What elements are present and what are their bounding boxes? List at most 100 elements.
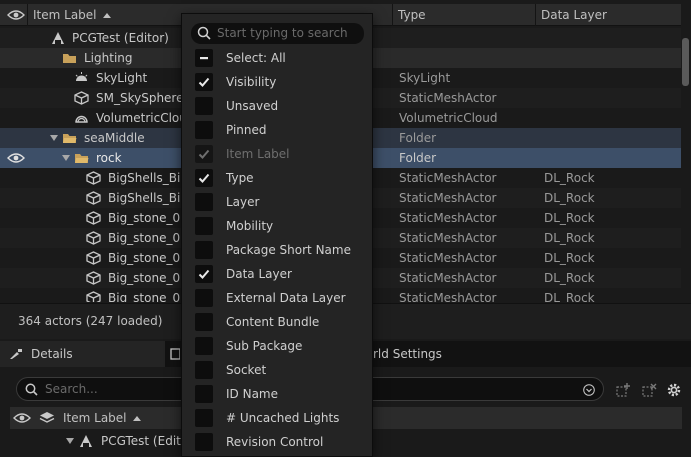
tab-world-settings-icon-area[interactable] xyxy=(168,341,180,367)
chevron-down-icon[interactable] xyxy=(583,384,595,396)
checkbox[interactable] xyxy=(195,337,213,355)
menu-item-item-label: Item Label xyxy=(182,142,372,166)
checkbox[interactable] xyxy=(195,121,213,139)
menu-item-label: Mobility xyxy=(226,219,274,233)
expand-arrow-icon[interactable] xyxy=(62,155,70,161)
row-type: StaticMeshActor xyxy=(399,271,497,285)
checkbox[interactable] xyxy=(195,433,213,451)
checkbox[interactable] xyxy=(195,409,213,427)
checkbox[interactable] xyxy=(195,241,213,259)
row-label: Big_stone_0 xyxy=(108,291,181,302)
menu-item-content-bundle[interactable]: Content Bundle xyxy=(182,310,372,334)
row-label: Big_stone_0 xyxy=(108,271,181,285)
visibility-column-eye-icon[interactable] xyxy=(13,412,31,424)
row-type: StaticMeshActor xyxy=(399,171,497,185)
add-filter-icon[interactable] xyxy=(615,382,631,398)
menu-item-select-all[interactable]: Select: All xyxy=(182,46,372,70)
tab-world-settings-label: rld Settings xyxy=(373,347,442,361)
layers-icon[interactable] xyxy=(39,411,55,425)
row-label: PCGTest (Edit xyxy=(101,434,181,448)
checkbox[interactable] xyxy=(195,385,213,403)
tab-world-settings[interactable]: rld Settings xyxy=(373,341,453,367)
folder-icon xyxy=(63,54,76,63)
sort-ascending-icon xyxy=(102,13,111,18)
menu-item-label: Content Bundle xyxy=(226,315,320,329)
row-label: Big_stone_0 xyxy=(108,251,181,265)
search-placeholder: Search... xyxy=(45,382,98,396)
checkbox[interactable] xyxy=(195,265,213,283)
checkbox[interactable] xyxy=(195,289,213,307)
row-type: VolumetricCloud xyxy=(399,111,498,125)
menu-item-external-data-layer[interactable]: External Data Layer xyxy=(182,286,372,310)
expand-arrow-icon[interactable] xyxy=(50,135,58,141)
row-label: SkyLight xyxy=(96,71,148,85)
row-data-layer: DL_Rock xyxy=(544,291,595,302)
menu-item-unsaved[interactable]: Unsaved xyxy=(182,94,372,118)
menu-item-label: External Data Layer xyxy=(226,291,346,305)
row-label: seaMiddle xyxy=(84,131,145,145)
checkbox xyxy=(195,145,213,163)
menu-item-id-name[interactable]: ID Name xyxy=(182,382,372,406)
row-label: Big_stone_0 xyxy=(108,211,181,225)
column-header-item-label[interactable]: Item Label xyxy=(33,4,111,26)
menu-item-type[interactable]: Type xyxy=(182,166,372,190)
row-type: StaticMeshActor xyxy=(399,291,497,302)
static-mesh-icon xyxy=(86,251,101,265)
menu-item-label: Type xyxy=(226,171,254,185)
row-data-layer: DL_Rock xyxy=(544,211,595,225)
static-mesh-icon xyxy=(86,271,101,285)
menu-item-layer[interactable]: Layer xyxy=(182,190,372,214)
menu-item-package-short-name[interactable]: Package Short Name xyxy=(182,238,372,262)
checkbox[interactable] xyxy=(195,193,213,211)
tab-details[interactable]: Details xyxy=(0,341,165,367)
checkbox[interactable] xyxy=(195,73,213,91)
menu-item-sub-package[interactable]: Sub Package xyxy=(182,334,372,358)
row-data-layer: DL_Rock xyxy=(544,251,595,265)
sort-ascending-icon xyxy=(132,416,141,421)
remove-filter-icon[interactable] xyxy=(641,382,657,398)
checkbox[interactable] xyxy=(195,49,213,67)
column-header-item-label[interactable]: Item Label xyxy=(63,407,141,429)
column-separator[interactable] xyxy=(27,4,28,26)
row-type: SkyLight xyxy=(399,71,451,85)
menu-item-pinned[interactable]: Pinned xyxy=(182,118,372,142)
menu-item-label: Revision Control xyxy=(226,435,324,449)
row-data-layer: DL_Rock xyxy=(544,271,595,285)
menu-item-mobility[interactable]: Mobility xyxy=(182,214,372,238)
column-separator[interactable] xyxy=(535,4,536,26)
menu-item-label: Socket xyxy=(226,363,267,377)
column-header-item-label-text: Item Label xyxy=(33,8,97,22)
checkbox[interactable] xyxy=(195,361,213,379)
checkbox[interactable] xyxy=(195,97,213,115)
expand-arrow-icon[interactable] xyxy=(66,438,74,444)
outliner-scrollbar[interactable] xyxy=(682,38,689,86)
static-mesh-icon xyxy=(86,231,101,245)
row-label: rock xyxy=(96,151,122,165)
row-label: SM_SkySphere xyxy=(96,91,184,105)
menu-item-revision-control[interactable]: Revision Control xyxy=(182,430,372,454)
menu-item-visibility[interactable]: Visibility xyxy=(182,70,372,94)
column-header-type[interactable]: Type xyxy=(398,4,426,26)
static-mesh-icon xyxy=(74,91,89,105)
actor-count: 364 actors (247 loaded) xyxy=(18,314,163,328)
checkbox[interactable] xyxy=(195,169,213,187)
details-icon xyxy=(10,349,22,359)
menu-item-uncached-lights[interactable]: # Uncached Lights xyxy=(182,406,372,430)
menu-item-data-layer[interactable]: Data Layer xyxy=(182,262,372,286)
visibility-column-eye-icon[interactable] xyxy=(7,9,25,21)
visibility-eye-icon[interactable] xyxy=(7,152,25,164)
row-data-layer: DL_Rock xyxy=(544,171,595,185)
row-type: StaticMeshActor xyxy=(399,231,497,245)
checkbox[interactable] xyxy=(195,217,213,235)
column-header-item-label-text: Item Label xyxy=(63,411,127,425)
column-separator[interactable] xyxy=(392,4,393,26)
menu-item-label: Sub Package xyxy=(226,339,303,353)
gear-icon[interactable] xyxy=(666,382,682,398)
menu-search-input[interactable]: Start typing to search xyxy=(191,23,364,44)
row-label: BigShells_Bi xyxy=(108,191,181,205)
menu-search-placeholder: Start typing to search xyxy=(217,26,348,40)
menu-item-socket[interactable]: Socket xyxy=(182,358,372,382)
checkbox[interactable] xyxy=(195,313,213,331)
column-header-data-layer[interactable]: Data Layer xyxy=(541,4,607,26)
row-type: Folder xyxy=(399,131,437,145)
